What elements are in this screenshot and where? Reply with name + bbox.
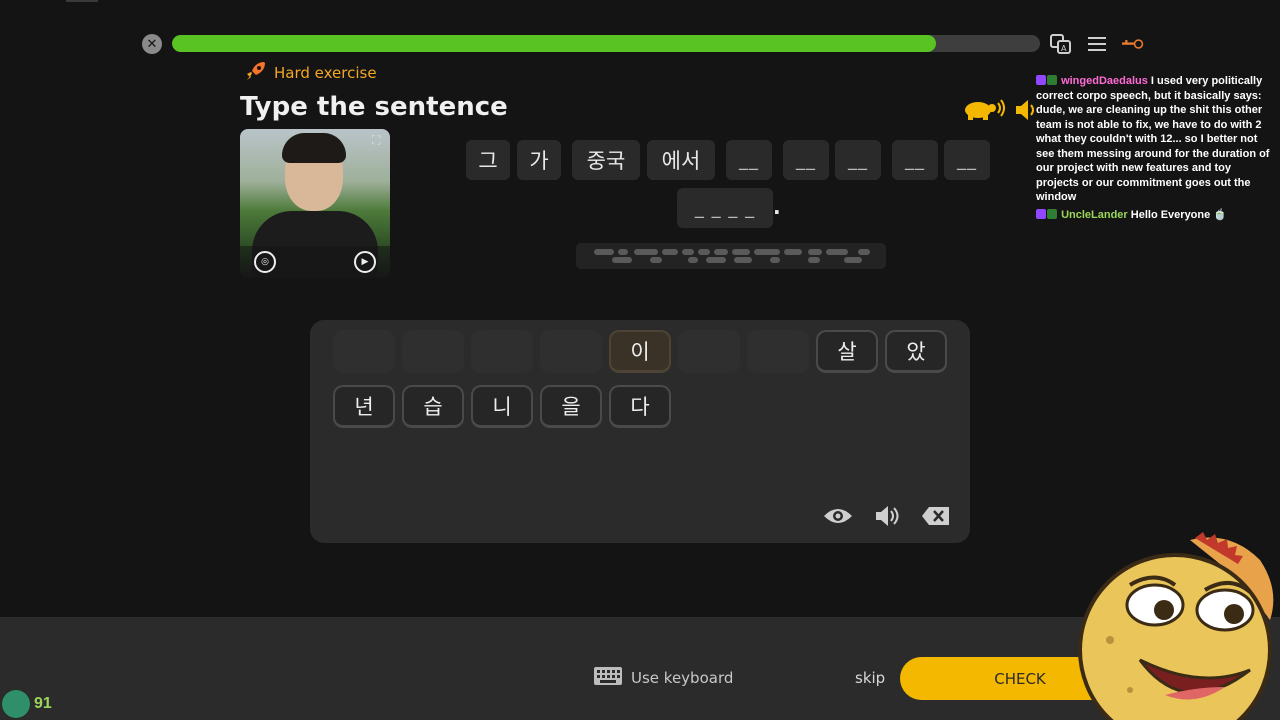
potato-mascot xyxy=(1070,530,1280,720)
letter-tile[interactable]: 이 xyxy=(609,330,671,373)
close-exercise-button[interactable]: ✕ xyxy=(142,34,162,54)
lesson-progress-fill xyxy=(172,35,936,52)
sentence-token: 에서 xyxy=(647,140,715,180)
speaker-video[interactable]: ◎ ▶ ⛶ xyxy=(240,129,390,278)
letter-tile[interactable]: 았 xyxy=(885,330,947,373)
use-keyboard-label: Use keyboard xyxy=(631,669,734,687)
stream-chat: wingedDaedalus I used very politically c… xyxy=(1036,74,1276,225)
sentence-token: 가 xyxy=(517,140,561,180)
viewer-count: 91 xyxy=(34,695,52,712)
badge-icon xyxy=(1036,208,1046,219)
chat-username: UncleLander xyxy=(1061,208,1128,221)
exercise-title: Type the sentence xyxy=(240,92,508,122)
translate-icon[interactable]: A xyxy=(1050,34,1072,54)
empty-tile-slot xyxy=(402,330,464,373)
chat-text: Hello Everyone xyxy=(1130,208,1211,221)
answer-blank[interactable]: __ xyxy=(835,140,881,180)
chat-text: I used very politically correct corpo sp… xyxy=(1036,75,1270,203)
letter-tile[interactable]: 년 xyxy=(333,385,395,428)
streamer-avatar xyxy=(2,690,30,718)
top-edge-tab xyxy=(66,0,98,2)
letter-tile[interactable]: 살 xyxy=(816,330,878,373)
chat-message: wingedDaedalus I used very politically c… xyxy=(1036,74,1276,205)
rocket-icon xyxy=(244,59,268,87)
sentence-token: 그 xyxy=(466,140,510,180)
slow-playback-icon[interactable]: ◎ xyxy=(254,251,276,273)
eye-icon[interactable] xyxy=(823,503,853,529)
letter-tile[interactable]: 습 xyxy=(402,385,464,428)
check-label: CHECK xyxy=(994,669,1046,688)
backspace-icon[interactable] xyxy=(921,503,951,529)
menu-icon[interactable] xyxy=(1086,34,1108,54)
hidden-translation[interactable] xyxy=(576,243,886,269)
answer-blank[interactable]: __ xyxy=(944,140,990,180)
lesson-progress-bar xyxy=(172,35,1040,52)
badge-icon xyxy=(1047,75,1057,85)
use-keyboard-button[interactable]: Use keyboard xyxy=(593,666,733,690)
empty-tile-slot xyxy=(333,330,395,373)
answer-blank-long[interactable]: _ _ _ _ xyxy=(677,188,773,228)
empty-tile-slot xyxy=(471,330,533,373)
badge-icon xyxy=(1036,75,1046,85)
letter-tile[interactable]: 다 xyxy=(609,385,671,428)
sentence-period: . xyxy=(773,195,781,219)
speaker-icon[interactable] xyxy=(1014,96,1038,124)
play-icon[interactable]: ▶ xyxy=(354,251,376,273)
answer-blank[interactable]: __ xyxy=(892,140,938,180)
audio-icon[interactable] xyxy=(873,503,903,529)
hard-exercise-badge: Hard exercise xyxy=(244,59,377,87)
emote-icon: 🍵 xyxy=(1213,208,1228,221)
hard-exercise-label: Hard exercise xyxy=(274,64,377,82)
badge-icon xyxy=(1047,208,1057,219)
empty-tile-slot xyxy=(678,330,740,373)
empty-tile-slot xyxy=(540,330,602,373)
sentence-token: 중국 xyxy=(572,140,640,180)
fullscreen-icon[interactable]: ⛶ xyxy=(372,133,386,147)
empty-tile-slot xyxy=(747,330,809,373)
key-icon[interactable] xyxy=(1122,34,1144,54)
chat-username: wingedDaedalus xyxy=(1061,75,1148,87)
svg-text:A: A xyxy=(1061,44,1067,53)
slow-audio-icon[interactable] xyxy=(963,96,1005,122)
letter-tile[interactable]: 니 xyxy=(471,385,533,428)
chat-message: UncleLander Hello Everyone 🍵 xyxy=(1036,208,1276,223)
letter-tile[interactable]: 을 xyxy=(540,385,602,428)
answer-blank[interactable]: __ xyxy=(783,140,829,180)
keyboard-icon xyxy=(593,666,623,690)
answer-blank[interactable]: __ xyxy=(726,140,772,180)
skip-button[interactable]: skip xyxy=(855,669,885,687)
